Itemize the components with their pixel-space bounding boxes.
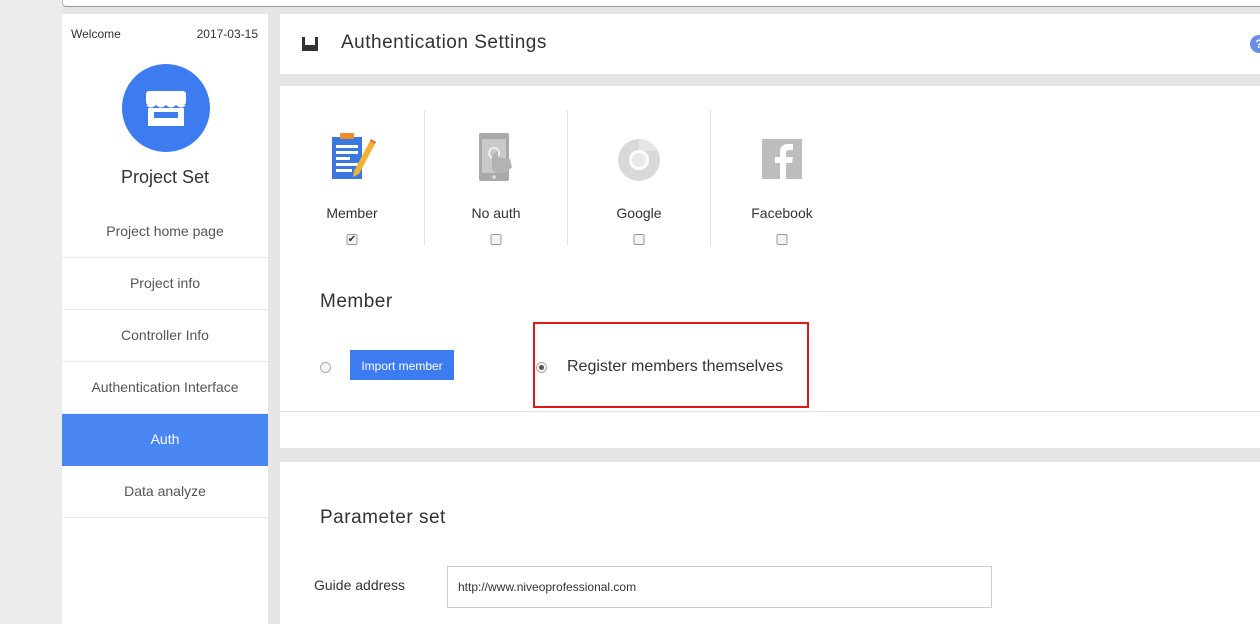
left-window-strip <box>0 0 62 624</box>
page-header: Authentication Settings ? <box>280 14 1260 74</box>
section-divider <box>280 411 1260 412</box>
page-title: Authentication Settings <box>341 32 547 53</box>
welcome-text: Welcome <box>71 27 121 41</box>
member-clipboard-icon <box>328 131 376 185</box>
parameter-panel: Parameter set Guide address <box>280 462 1260 624</box>
date-text: 2017-03-15 <box>196 27 258 41</box>
sidebar-menu: Project home page Project info Controlle… <box>62 206 268 518</box>
member-section-title: Member <box>320 291 393 312</box>
member-checkbox[interactable]: ✔ <box>346 234 358 245</box>
highlight-box <box>533 322 809 408</box>
auth-option-google[interactable]: Google <box>567 116 711 246</box>
phone-touch-icon <box>472 131 520 185</box>
sidebar-item-controller-info[interactable]: Controller Info <box>62 310 268 362</box>
sidebar-item-data-analyze[interactable]: Data analyze <box>62 466 268 518</box>
no-auth-checkbox[interactable] <box>490 234 502 245</box>
import-member-radio[interactable] <box>320 362 331 373</box>
import-member-button[interactable]: Import member <box>350 350 454 380</box>
store-logo-icon <box>122 64 210 152</box>
top-window-edge <box>62 0 1260 7</box>
facebook-icon <box>758 131 806 185</box>
auth-option-facebook[interactable]: Facebook <box>710 116 854 246</box>
chrome-icon <box>615 131 663 185</box>
auth-option-label: Google <box>616 205 662 221</box>
parameter-section-title: Parameter set <box>320 507 446 528</box>
project-title: Project Set <box>120 167 210 187</box>
auth-option-no-auth[interactable]: No auth <box>424 116 568 246</box>
sidebar-item-project-info[interactable]: Project info <box>62 258 268 310</box>
help-icon[interactable]: ? <box>1250 35 1260 53</box>
guide-address-input[interactable] <box>447 566 992 608</box>
guide-address-label: Guide address <box>314 577 406 593</box>
sidebar-item-authentication-interface[interactable]: Authentication Interface <box>62 362 268 414</box>
auth-option-label: Member <box>326 205 378 221</box>
settings-header-icon <box>302 37 318 51</box>
sidebar: Welcome 2017-03-15 Project Set Project h… <box>62 14 269 624</box>
auth-panel: Member ✔ No auth Google Facebook Member … <box>280 86 1260 448</box>
facebook-checkbox[interactable] <box>776 234 788 245</box>
auth-option-label: No auth <box>471 205 521 221</box>
sidebar-item-auth[interactable]: Auth <box>62 414 268 466</box>
auth-option-member[interactable]: Member ✔ <box>280 116 424 246</box>
sidebar-item-project-home-page[interactable]: Project home page <box>62 206 268 258</box>
google-checkbox[interactable] <box>633 234 645 245</box>
auth-option-label: Facebook <box>751 205 813 221</box>
